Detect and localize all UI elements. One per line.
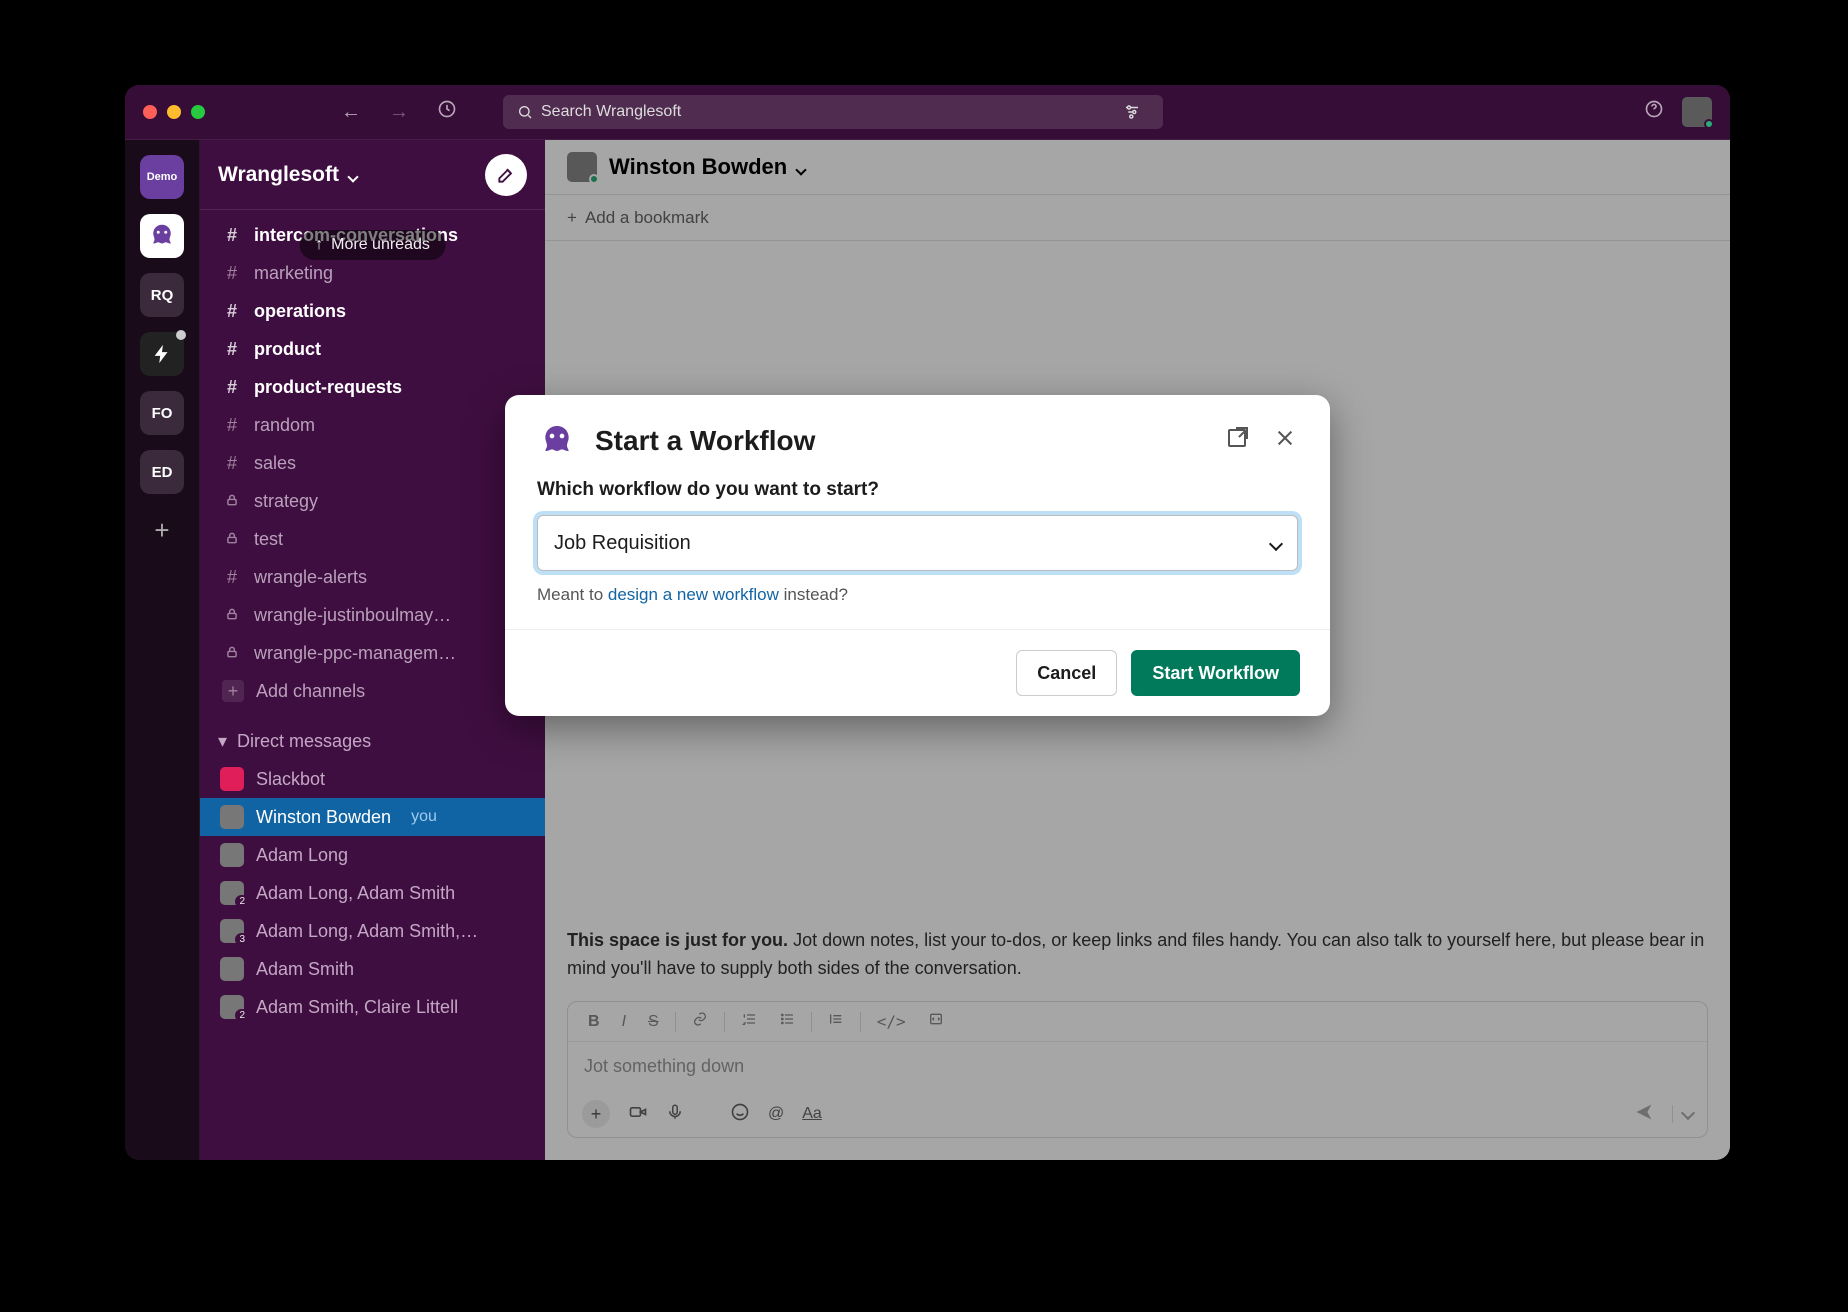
rail-workspace-rq[interactable]: RQ: [140, 273, 184, 317]
add-channels-button[interactable]: +Add channels: [200, 672, 545, 710]
dm-adam-smith-claire[interactable]: 2Adam Smith, Claire Littell: [200, 988, 545, 1026]
history-button[interactable]: [433, 95, 461, 129]
avatar: 3: [220, 919, 244, 943]
workflow-question-label: Which workflow do you want to start?: [537, 479, 1298, 501]
nav-forward-button[interactable]: →: [385, 97, 413, 128]
sidebar: Wranglesoft ↑ More unreads #intercom-con…: [200, 140, 545, 1160]
channel-wrangle-alerts[interactable]: #wrangle-alerts: [200, 558, 545, 596]
channel-sales[interactable]: #sales: [200, 444, 545, 482]
window-minimize-button[interactable]: [167, 105, 181, 119]
rail-workspace-wrangle[interactable]: [140, 214, 184, 258]
search-placeholder: Search Wranglesoft: [541, 103, 1123, 121]
window-maximize-button[interactable]: [191, 105, 205, 119]
you-label: you: [411, 808, 437, 826]
avatar: 2: [220, 995, 244, 1019]
avatar: [220, 843, 244, 867]
chevron-down-icon: [1271, 532, 1281, 555]
hash-icon: #: [222, 453, 242, 474]
rail-workspace-fo[interactable]: FO: [140, 391, 184, 435]
channel-wrangle-justin[interactable]: wrangle-justinboulmay…: [200, 596, 545, 634]
dm-adam-smith[interactable]: Adam Smith: [200, 950, 545, 988]
more-unreads-pill[interactable]: ↑ More unreads: [299, 230, 446, 260]
presence-dot-icon: [1704, 119, 1714, 129]
workspace-switcher[interactable]: Wranglesoft: [218, 163, 357, 187]
hash-icon: #: [222, 225, 242, 246]
nav-controls: ← →: [337, 95, 461, 129]
hash-icon: #: [222, 415, 242, 436]
add-workspace-button[interactable]: +: [154, 515, 169, 546]
workspace-rail: Demo RQ FO ED +: [125, 140, 200, 1160]
user-avatar[interactable]: [1682, 97, 1712, 127]
design-workflow-link[interactable]: design a new workflow: [608, 585, 779, 604]
modal-title: Start a Workflow: [595, 425, 1206, 457]
wrangle-logo-icon: [537, 421, 577, 461]
modal-header: Start a Workflow: [505, 395, 1330, 469]
hash-icon: #: [222, 263, 242, 284]
lock-icon: [222, 529, 242, 550]
rail-workspace-flash[interactable]: [140, 332, 184, 376]
badge-dot-icon: [176, 330, 186, 340]
dm-adam-long-adam-smith[interactable]: 2Adam Long, Adam Smith: [200, 874, 545, 912]
channel-product[interactable]: #product: [200, 330, 545, 368]
workflow-select[interactable]: Job Requisition: [537, 515, 1298, 571]
lock-icon: [222, 643, 242, 664]
modal-controls: [1224, 425, 1298, 457]
filter-icon[interactable]: [1123, 103, 1141, 121]
avatar: [220, 805, 244, 829]
dm-section-label: Direct messages: [237, 731, 371, 752]
lock-icon: [222, 491, 242, 512]
channel-random[interactable]: #random: [200, 406, 545, 444]
avatar: [220, 767, 244, 791]
open-external-button[interactable]: [1224, 425, 1250, 457]
rail-workspace-ed[interactable]: ED: [140, 450, 184, 494]
workspace-name-label: Wranglesoft: [218, 163, 339, 187]
caret-down-icon: ▾: [218, 731, 227, 752]
dm-winston-bowden[interactable]: Winston Bowdenyou: [200, 798, 545, 836]
rail-workspace-demo[interactable]: Demo: [140, 155, 184, 199]
avatar: [220, 957, 244, 981]
hash-icon: #: [222, 377, 242, 398]
hash-icon: #: [222, 301, 242, 322]
channel-wrangle-ppc[interactable]: wrangle-ppc-managem…: [200, 634, 545, 672]
titlebar-right: [1640, 95, 1712, 129]
help-button[interactable]: [1640, 95, 1668, 129]
channel-operations[interactable]: #operations: [200, 292, 545, 330]
close-icon: [1276, 429, 1294, 447]
modal-body: Which workflow do you want to start? Job…: [505, 469, 1330, 629]
titlebar: ← → Search Wranglesoft: [125, 85, 1730, 140]
workflow-selected-value: Job Requisition: [554, 532, 691, 555]
start-workflow-button[interactable]: Start Workflow: [1131, 650, 1300, 696]
channel-product-requests[interactable]: #product-requests: [200, 368, 545, 406]
dm-adam-long[interactable]: Adam Long: [200, 836, 545, 874]
window-close-button[interactable]: [143, 105, 157, 119]
start-workflow-modal: Start a Workflow Which workflow do you w…: [505, 395, 1330, 716]
modal-hint: Meant to design a new workflow instead?: [537, 585, 1298, 605]
plus-icon: +: [222, 680, 244, 702]
cancel-button[interactable]: Cancel: [1016, 650, 1117, 696]
hash-icon: #: [222, 567, 242, 588]
lock-icon: [222, 605, 242, 626]
hash-icon: #: [222, 339, 242, 360]
dm-slackbot[interactable]: Slackbot: [200, 760, 545, 798]
channel-strategy[interactable]: strategy: [200, 482, 545, 520]
search-icon: [517, 104, 533, 120]
slack-window: ← → Search Wranglesoft Demo RQ: [125, 85, 1730, 1160]
close-modal-button[interactable]: [1272, 425, 1298, 457]
channel-test[interactable]: test: [200, 520, 545, 558]
chevron-down-icon: [345, 163, 357, 187]
more-unreads-label: More unreads: [331, 236, 430, 254]
arrow-up-icon: ↑: [315, 236, 323, 254]
avatar: 2: [220, 881, 244, 905]
search-bar[interactable]: Search Wranglesoft: [503, 95, 1163, 129]
dm-group-3[interactable]: 3Adam Long, Adam Smith,…: [200, 912, 545, 950]
external-link-icon: [1228, 429, 1246, 447]
sidebar-header: Wranglesoft: [200, 140, 545, 210]
modal-footer: Cancel Start Workflow: [505, 629, 1330, 716]
nav-back-button[interactable]: ←: [337, 97, 365, 128]
dm-section-toggle[interactable]: ▾ Direct messages: [200, 722, 545, 760]
compose-button[interactable]: [485, 154, 527, 196]
traffic-lights: [143, 105, 205, 119]
channel-list: ↑ More unreads #intercom-conversations #…: [200, 210, 545, 1160]
